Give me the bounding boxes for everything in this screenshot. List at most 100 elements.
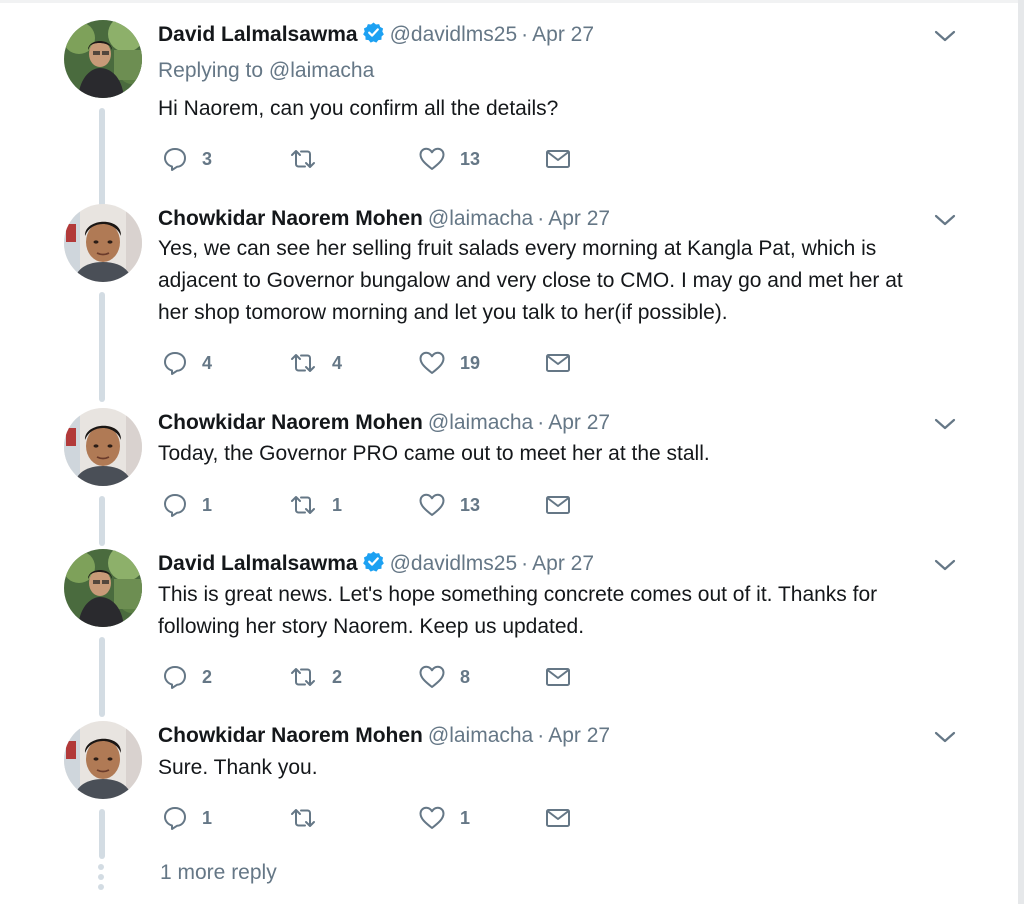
thread-line (99, 292, 105, 402)
author-name[interactable]: David Lalmalsawma (158, 23, 358, 46)
tweet-actions: 4 4 19 (162, 348, 582, 378)
thread-line (99, 637, 105, 717)
reply-count: 1 (202, 807, 213, 828)
heart-icon (418, 805, 446, 831)
like-button[interactable]: 8 (418, 662, 470, 692)
author-handle[interactable]: @laimacha (428, 411, 533, 434)
reply-button[interactable]: 2 (162, 662, 212, 692)
reply-count: 1 (202, 494, 213, 515)
reply-count: 4 (202, 352, 213, 373)
reply-button[interactable]: 3 (162, 144, 212, 174)
like-count: 19 (460, 352, 481, 373)
tweet-text-line: This is great news. Let's hope something… (158, 583, 878, 606)
heart-icon (418, 492, 446, 518)
tweet-date[interactable]: Apr 27 (532, 552, 594, 575)
avatar[interactable] (64, 549, 142, 627)
direct-message-button[interactable] (545, 348, 571, 378)
tweet-header: Chowkidar Naorem Mohen @laimacha · Apr 27 (158, 408, 610, 438)
tweet-actions: 1 1 (162, 803, 582, 833)
tweet-header: David Lalmalsawma @davidlms25 · Apr 27 (158, 549, 594, 579)
tweet-header: Chowkidar Naorem Mohen @laimacha · Apr 27 (158, 204, 610, 234)
tweet-text: Hi Naorem, can you confirm all the detai… (158, 97, 559, 120)
tweet[interactable]: Chowkidar Naorem Mohen @laimacha · Apr 27 Y… (0, 204, 1018, 404)
retweet-icon (288, 147, 318, 171)
heart-icon (418, 664, 446, 690)
retweet-count: 1 (332, 494, 343, 515)
chevron-down-icon[interactable] (933, 28, 957, 44)
direct-message-button[interactable] (545, 803, 571, 833)
retweet-button[interactable] (288, 803, 332, 833)
tweet-header: David Lalmalsawma @davidlms25 · Apr 27 (158, 20, 594, 50)
tweet[interactable]: David Lalmalsawma @davidlms25 · Apr 27 This… (0, 549, 1018, 717)
author-handle[interactable]: @davidlms25 (390, 552, 518, 575)
envelope-icon (545, 352, 571, 374)
tweet-date[interactable]: Apr 27 (548, 724, 610, 747)
envelope-icon (545, 666, 571, 688)
separator: · (521, 23, 529, 46)
avatar[interactable] (64, 204, 142, 282)
replying-label: Replying to (158, 59, 264, 82)
like-button[interactable]: 13 (418, 490, 480, 520)
avatar[interactable] (64, 20, 142, 98)
tweet-actions: 3 13 (162, 144, 582, 174)
tweet-text-line: her shop tomorow morning and let you tal… (158, 301, 728, 324)
author-name[interactable]: Chowkidar Naorem Mohen (158, 207, 423, 230)
tweet[interactable]: Chowkidar Naorem Mohen @laimacha · Apr 27 S… (0, 721, 1018, 859)
tweet[interactable]: Chowkidar Naorem Mohen @laimacha · Apr 27 T… (0, 408, 1018, 546)
tweet-text: This is great news. Let's hope something… (158, 579, 968, 643)
tweet-text: Yes, we can see her selling fruit salads… (158, 233, 968, 329)
tweet-text-line: adjacent to Governor bungalow and very c… (158, 269, 903, 292)
retweet-button[interactable]: 4 (288, 348, 342, 378)
window-top-edge (0, 0, 1024, 3)
like-button[interactable]: 19 (418, 348, 480, 378)
author-handle[interactable]: @laimacha (428, 207, 533, 230)
author-handle[interactable]: @davidlms25 (390, 23, 518, 46)
separator: · (537, 207, 545, 230)
chevron-down-icon[interactable] (933, 557, 957, 573)
chevron-down-icon[interactable] (933, 729, 957, 745)
like-count: 1 (460, 807, 471, 828)
more-replies-dots (98, 864, 104, 894)
replying-to: Replying to @laimacha (158, 56, 374, 86)
retweet-button[interactable]: 1 (288, 490, 342, 520)
retweet-button[interactable]: 2 (288, 662, 342, 692)
avatar[interactable] (64, 721, 142, 799)
tweet-header: Chowkidar Naorem Mohen @laimacha · Apr 27 (158, 721, 610, 751)
more-replies-link[interactable]: 1 more reply (160, 858, 277, 888)
retweet-button[interactable] (288, 144, 332, 174)
tweet-date[interactable]: Apr 27 (548, 411, 610, 434)
reply-button[interactable]: 1 (162, 803, 212, 833)
envelope-icon (545, 494, 571, 516)
retweet-icon (288, 351, 318, 375)
chevron-down-icon[interactable] (933, 416, 957, 432)
author-name[interactable]: Chowkidar Naorem Mohen (158, 724, 423, 747)
author-name[interactable]: Chowkidar Naorem Mohen (158, 411, 423, 434)
chevron-down-icon[interactable] (933, 212, 957, 228)
like-count: 8 (460, 666, 471, 687)
reply-count: 2 (202, 666, 213, 687)
separator: · (537, 411, 545, 434)
tweet-text-line: following her story Naorem. Keep us upda… (158, 615, 585, 638)
window-scrollbar-track[interactable] (1018, 0, 1024, 904)
direct-message-button[interactable] (545, 490, 571, 520)
like-button[interactable]: 13 (418, 144, 480, 174)
tweet-actions: 2 2 8 (162, 662, 582, 692)
envelope-icon (545, 148, 571, 170)
tweet-date[interactable]: Apr 27 (532, 23, 594, 46)
author-name[interactable]: David Lalmalsawma (158, 552, 358, 575)
direct-message-button[interactable] (545, 144, 571, 174)
tweet-text-line: Yes, we can see her selling fruit salads… (158, 237, 877, 260)
tweet[interactable]: David Lalmalsawma @davidlms25 · Apr 27 Repl… (0, 20, 1018, 216)
author-handle[interactable]: @laimacha (428, 724, 533, 747)
like-button[interactable]: 1 (418, 803, 470, 833)
retweet-count: 4 (332, 352, 343, 373)
tweet-date[interactable]: Apr 27 (548, 207, 610, 230)
reply-button[interactable]: 4 (162, 348, 212, 378)
direct-message-button[interactable] (545, 662, 571, 692)
verified-badge-icon (362, 550, 385, 573)
reply-button[interactable]: 1 (162, 490, 212, 520)
retweet-icon (288, 493, 318, 517)
avatar[interactable] (64, 408, 142, 486)
replying-mention[interactable]: @laimacha (269, 59, 374, 82)
thread-line (99, 108, 105, 216)
